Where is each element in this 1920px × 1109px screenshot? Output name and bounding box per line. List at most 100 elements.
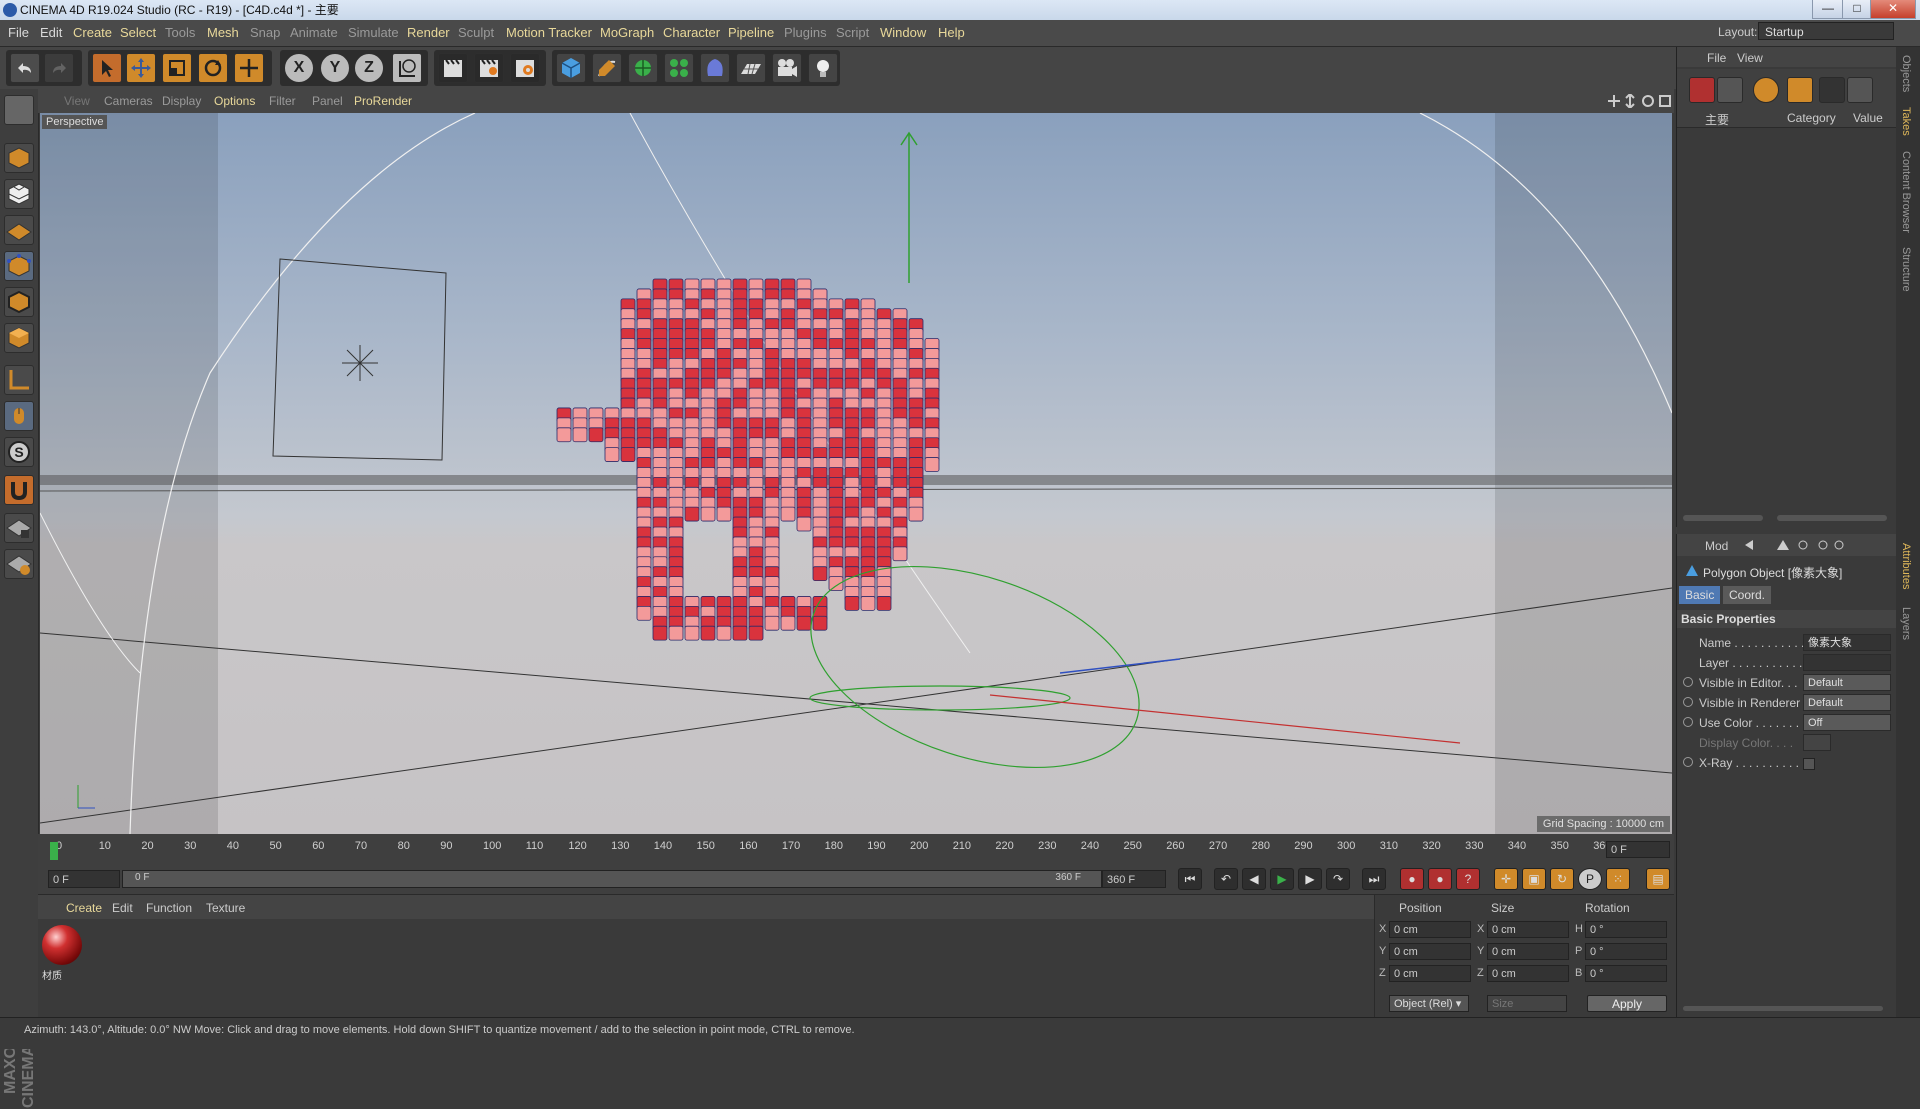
visible-renderer-radio[interactable] (1683, 697, 1693, 707)
menu-tools[interactable]: Tools (165, 25, 195, 40)
position-x-field[interactable]: 0 cm (1389, 921, 1471, 938)
rotation-b-field[interactable]: 0 ° (1585, 965, 1667, 982)
y-axis-lock[interactable]: Y (320, 53, 350, 83)
make-editable-icon[interactable] (4, 95, 34, 125)
layer-field[interactable] (1803, 654, 1891, 671)
rotation-p-field[interactable]: 0 ° (1585, 943, 1667, 960)
apply-button[interactable]: Apply (1587, 995, 1667, 1012)
menu-animate[interactable]: Animate (290, 25, 338, 40)
timeline-window-icon[interactable]: ▤ (1646, 868, 1670, 890)
render-picture-viewer-icon[interactable] (474, 53, 504, 83)
tab-coord[interactable]: Coord. (1723, 586, 1772, 604)
current-frame-field[interactable]: 0 F (1606, 841, 1670, 858)
perspective-viewport[interactable]: Perspective Grid Spacing : 10000 cm (40, 113, 1672, 834)
name-field[interactable]: 像素大象 (1803, 634, 1891, 651)
menu-snap[interactable]: Snap (250, 25, 280, 40)
cloner-icon[interactable] (664, 53, 694, 83)
x-axis-handle[interactable] (989, 694, 1461, 744)
menu-file[interactable]: File (8, 25, 29, 40)
camera-icon[interactable] (772, 53, 802, 83)
close-button[interactable]: ✕ (1870, 0, 1916, 19)
visible-renderer-dropdown[interactable]: Default (1803, 694, 1891, 711)
previous-keyframe-icon[interactable]: ↶ (1214, 868, 1238, 890)
menu-select[interactable]: Select (120, 25, 156, 40)
key-position-icon[interactable]: ✛ (1494, 868, 1518, 890)
side-tab-attributes[interactable]: Attributes (1900, 543, 1912, 589)
maximize-button[interactable]: □ (1842, 0, 1872, 19)
next-frame-icon[interactable]: ▶ (1298, 868, 1322, 890)
points-mode-icon[interactable] (4, 251, 34, 281)
side-tab-takes[interactable]: Takes (1900, 107, 1912, 136)
menu-mesh[interactable]: Mesh (207, 25, 239, 40)
visible-editor-radio[interactable] (1683, 677, 1693, 687)
menu-sculpt[interactable]: Sculpt (458, 25, 494, 40)
display-color-swatch[interactable] (1803, 734, 1831, 751)
menu-motion-tracker[interactable]: Motion Tracker (506, 25, 592, 40)
timeline-ruler[interactable]: 0 10 20 30 40 50 60 70 80 90 100 110 120 130 140 150 160… (38, 834, 1674, 864)
scale-icon[interactable] (162, 53, 192, 83)
menu-script[interactable]: Script (836, 25, 869, 40)
cube-icon[interactable] (556, 53, 586, 83)
menu-render[interactable]: Render (407, 25, 450, 40)
key-rotation-icon[interactable]: ↻ (1550, 868, 1574, 890)
size-z-field[interactable]: 0 cm (1487, 965, 1569, 982)
light-icon[interactable] (808, 53, 838, 83)
axis-mode-icon[interactable] (4, 365, 34, 395)
go-to-end-icon[interactable]: ⏭ (1362, 868, 1386, 890)
menu-create[interactable]: Create (73, 25, 112, 40)
rotate-icon[interactable] (198, 53, 228, 83)
menu-window[interactable]: Window (880, 25, 926, 40)
viewport-menu-panel[interactable]: Panel (312, 94, 343, 108)
takes-override-icon[interactable] (1717, 77, 1743, 103)
z-axis-lock[interactable]: Z (354, 53, 384, 83)
render-view-icon[interactable] (438, 53, 468, 83)
tweak-mode-icon[interactable] (4, 401, 34, 431)
takes-add-icon[interactable] (1689, 77, 1715, 103)
floor-icon[interactable] (736, 53, 766, 83)
size-y-field[interactable]: 0 cm (1487, 943, 1569, 960)
size-x-field[interactable]: 0 cm (1487, 921, 1569, 938)
move-icon[interactable] (126, 53, 156, 83)
keyframe-selection-icon[interactable]: ? (1456, 868, 1480, 890)
locked-workplane-icon[interactable] (4, 513, 34, 543)
menu-character[interactable]: Character (663, 25, 720, 40)
takes-auto-icon[interactable] (1753, 77, 1779, 103)
start-frame-field[interactable]: 0 F (48, 870, 120, 888)
live-selection-icon[interactable] (234, 53, 264, 83)
use-color-dropdown[interactable]: Off (1803, 714, 1891, 731)
go-to-start-icon[interactable]: ⏮ (1178, 868, 1202, 890)
edges-mode-icon[interactable] (4, 287, 34, 317)
viewport-menu-display[interactable]: Display (162, 94, 201, 108)
tab-basic[interactable]: Basic (1679, 586, 1721, 604)
material-menu-create[interactable]: Create (66, 901, 102, 915)
menu-help[interactable]: Help (938, 25, 965, 40)
object-menu-file[interactable]: File (1707, 51, 1726, 65)
object-root-name[interactable]: 主要 (1705, 111, 1729, 128)
material-swatch[interactable]: 材质 (42, 925, 84, 982)
takes-render-icon[interactable] (1819, 77, 1845, 103)
key-parameter-icon[interactable]: P (1578, 868, 1602, 890)
material-menu-function[interactable]: Function (146, 901, 192, 915)
material-menu-texture[interactable]: Texture (206, 901, 245, 915)
menu-plugins[interactable]: Plugins (784, 25, 827, 40)
next-keyframe-icon[interactable]: ↷ (1326, 868, 1350, 890)
menu-mograph[interactable]: MoGraph (600, 25, 654, 40)
category-column-header[interactable]: Category (1787, 111, 1836, 125)
record-active-objects-icon[interactable]: ● (1400, 868, 1424, 890)
enable-snap-icon[interactable] (4, 475, 34, 505)
undo-icon[interactable] (10, 53, 40, 83)
x-axis-lock[interactable]: X (284, 53, 314, 83)
object-menu-view[interactable]: View (1737, 51, 1763, 65)
value-column-header[interactable]: Value (1853, 111, 1883, 125)
size-mode-dropdown[interactable]: Size (1487, 995, 1567, 1012)
viewport-menu-prorender[interactable]: ProRender (354, 94, 412, 108)
viewport-menu-cameras[interactable]: Cameras (104, 94, 153, 108)
snap-icon[interactable]: S (4, 437, 34, 467)
pen-icon[interactable] (592, 53, 622, 83)
texture-mode-icon[interactable] (4, 179, 34, 209)
subdivision-icon[interactable] (628, 53, 658, 83)
viewport-camera-label[interactable]: Perspective (42, 115, 108, 129)
model-mode-icon[interactable] (4, 143, 34, 173)
key-scale-icon[interactable]: ▣ (1522, 868, 1546, 890)
rotation-h-field[interactable]: 0 ° (1585, 921, 1667, 938)
